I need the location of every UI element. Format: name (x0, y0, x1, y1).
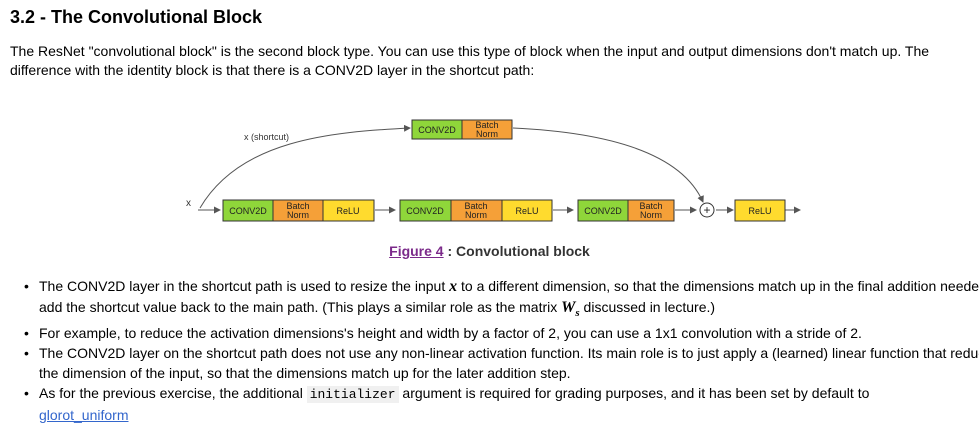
glorot-uniform-link[interactable]: glorot_uniform (39, 407, 129, 423)
conv2d-label-1: CONV2D (229, 206, 267, 216)
relu-label-final: ReLU (748, 206, 771, 216)
bullet-2-text: For example, to reduce the activation di… (39, 324, 862, 341)
shortcut-label: x (shortcut) (244, 132, 289, 142)
list-item: The CONV2D layer in the shortcut path is… (24, 276, 979, 323)
bullet-3-text: The CONV2D layer on the shortcut path do… (39, 344, 979, 381)
batchnorm-label-1b: Norm (287, 210, 309, 220)
caption-text: : Convolutional block (443, 243, 590, 259)
list-item: For example, to reduce the activation di… (24, 323, 979, 343)
figure-caption: Figure 4 : Convolutional block (0, 243, 979, 259)
shortcut-conv2d-label: CONV2D (418, 125, 456, 135)
math-w: W (561, 299, 576, 316)
bullet-1-text-a: The CONV2D layer in the shortcut path is… (39, 278, 450, 294)
shortcut-curve-right (512, 127, 704, 203)
section-title: 3.2 - The Convolutional Block (10, 7, 263, 27)
relu-label-2: ReLU (515, 206, 538, 216)
convolutional-block-diagram: x x (shortcut) CONV2D Batch Norm CONV2D … (186, 119, 801, 222)
input-x-label: x (186, 198, 191, 209)
initializer-code: initializer (306, 385, 399, 403)
bullet-4-text-b: argument is required for grading purpose… (398, 384, 870, 401)
figure-4-link[interactable]: Figure 4 (389, 243, 443, 259)
bullet-4-text-a: As for the previous exercise, the additi… (39, 384, 307, 401)
intro-paragraph: The ResNet "convolutional block" is the … (10, 43, 930, 78)
list-item: The CONV2D layer on the shortcut path do… (24, 343, 979, 383)
add-node-symbol: + (703, 203, 710, 217)
list-item: As for the previous exercise, the additi… (24, 383, 979, 425)
shortcut-batchnorm-label-2: Norm (476, 129, 498, 139)
conv2d-label-2: CONV2D (406, 206, 444, 216)
conv2d-label-3: CONV2D (584, 206, 622, 216)
batchnorm-label-2b: Norm (465, 210, 487, 220)
shortcut-curve-left (199, 124, 411, 209)
math-x: x (449, 278, 458, 295)
explanation-list: The CONV2D layer in the shortcut path is… (0, 276, 979, 425)
batchnorm-label-3b: Norm (640, 210, 662, 220)
relu-label-1: ReLU (336, 206, 359, 216)
bullet-1-text-c: discussed in lecture.) (579, 299, 716, 315)
